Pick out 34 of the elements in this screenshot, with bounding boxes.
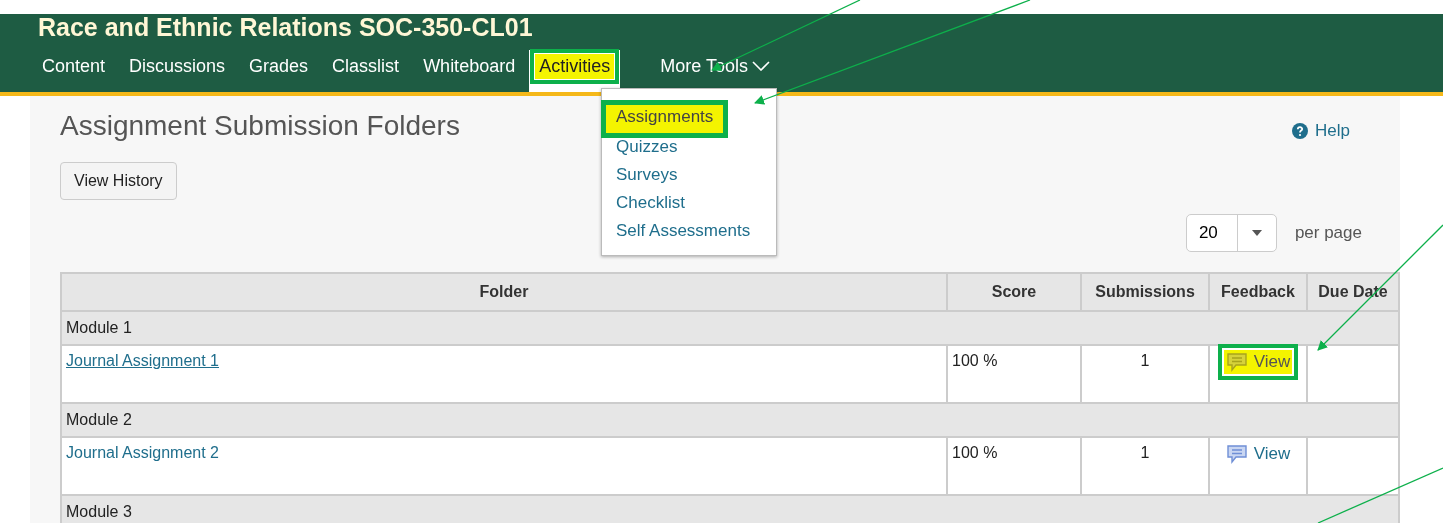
module-row: Module 1	[61, 311, 1399, 345]
course-title: Race and Ethnic Relations SOC-350-CL01	[38, 14, 534, 40]
nav-tab[interactable]: Discussions	[119, 50, 236, 86]
nav-tab[interactable]: Activities	[529, 50, 621, 92]
dropdown-item[interactable]: Surveys	[602, 163, 692, 191]
column-header: Folder	[61, 273, 947, 311]
dropdown-item[interactable]: Quizzes	[602, 135, 692, 163]
chevron-icon	[751, 61, 770, 71]
nav-tab[interactable]: Content	[32, 50, 116, 86]
folder-link[interactable]: Journal Assignment 1	[66, 352, 219, 369]
score-cell: 100 %	[947, 345, 1081, 403]
per-page-select[interactable]: 20	[1185, 214, 1277, 252]
nav-tab[interactable]: Whiteboard	[413, 50, 526, 86]
page-title: Assignment Submission Folders	[60, 110, 460, 142]
module-row: Module 3	[61, 495, 1399, 523]
submissions-cell: 1	[1081, 437, 1209, 495]
nav-tab[interactable]: Classlist	[322, 50, 410, 86]
per-page-label: per page	[1294, 223, 1362, 243]
help-link[interactable]: Help	[1292, 121, 1350, 141]
dropdown-item[interactable]: Checklist	[602, 191, 699, 219]
nav-tab[interactable]: Grades	[239, 50, 319, 86]
folder-link[interactable]: Journal Assignment 2	[66, 444, 219, 461]
help-icon	[1292, 123, 1309, 139]
module-row: Module 2	[61, 403, 1399, 437]
comment-icon	[1225, 444, 1248, 464]
caret-icon	[1251, 230, 1262, 236]
dropdown-item[interactable]: Self Assessments	[602, 219, 765, 247]
column-header: Feedback	[1209, 273, 1307, 311]
view-history-button[interactable]: View History	[60, 162, 177, 200]
comment-icon	[1225, 352, 1248, 372]
column-header: Submissions	[1081, 273, 1209, 311]
column-header: Score	[947, 273, 1081, 311]
submissions-cell: 1	[1081, 345, 1209, 403]
score-cell: 100 %	[947, 437, 1081, 495]
